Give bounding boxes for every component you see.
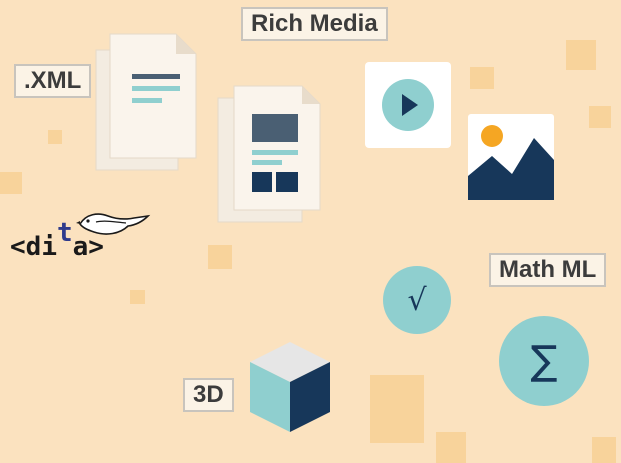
dita-logo-letter-t: t: [56, 218, 73, 248]
decor-square: [48, 130, 62, 144]
decor-square: [370, 375, 424, 443]
sqrt-icon: √: [383, 266, 451, 334]
decor-square: [0, 172, 22, 194]
document-icon-xml: [95, 33, 197, 171]
dita-logo-letter: i: [41, 232, 57, 262]
illustration-canvas: Rich Media .XML Math ML 3D <dita> √ ∑: [0, 0, 621, 463]
decor-square: [436, 432, 466, 463]
3d-label: 3D: [183, 378, 234, 412]
decor-square: [470, 67, 494, 89]
sigma-icon: ∑: [499, 316, 589, 406]
math-ml-label: Math ML: [489, 253, 607, 287]
decor-square: [592, 437, 616, 463]
rich-media-label: Rich Media: [241, 7, 388, 41]
dita-logo: <dita>: [10, 218, 104, 262]
decor-square: [130, 290, 145, 304]
decor-square: [208, 245, 232, 269]
image-icon: [468, 114, 554, 200]
document-icon-layout: [217, 85, 321, 223]
video-play-icon: [365, 62, 451, 148]
cube-icon: [250, 342, 330, 432]
dita-logo-bracket: >: [88, 232, 104, 262]
dita-logo-letter: d: [25, 232, 42, 262]
dita-logo-letter: a: [72, 232, 89, 262]
sqrt-glyph: √: [407, 282, 427, 318]
xml-label: .XML: [14, 64, 92, 98]
decor-square: [589, 106, 611, 128]
dita-logo-bracket: <: [10, 232, 26, 262]
decor-square: [566, 40, 596, 70]
sigma-glyph: ∑: [530, 338, 558, 384]
